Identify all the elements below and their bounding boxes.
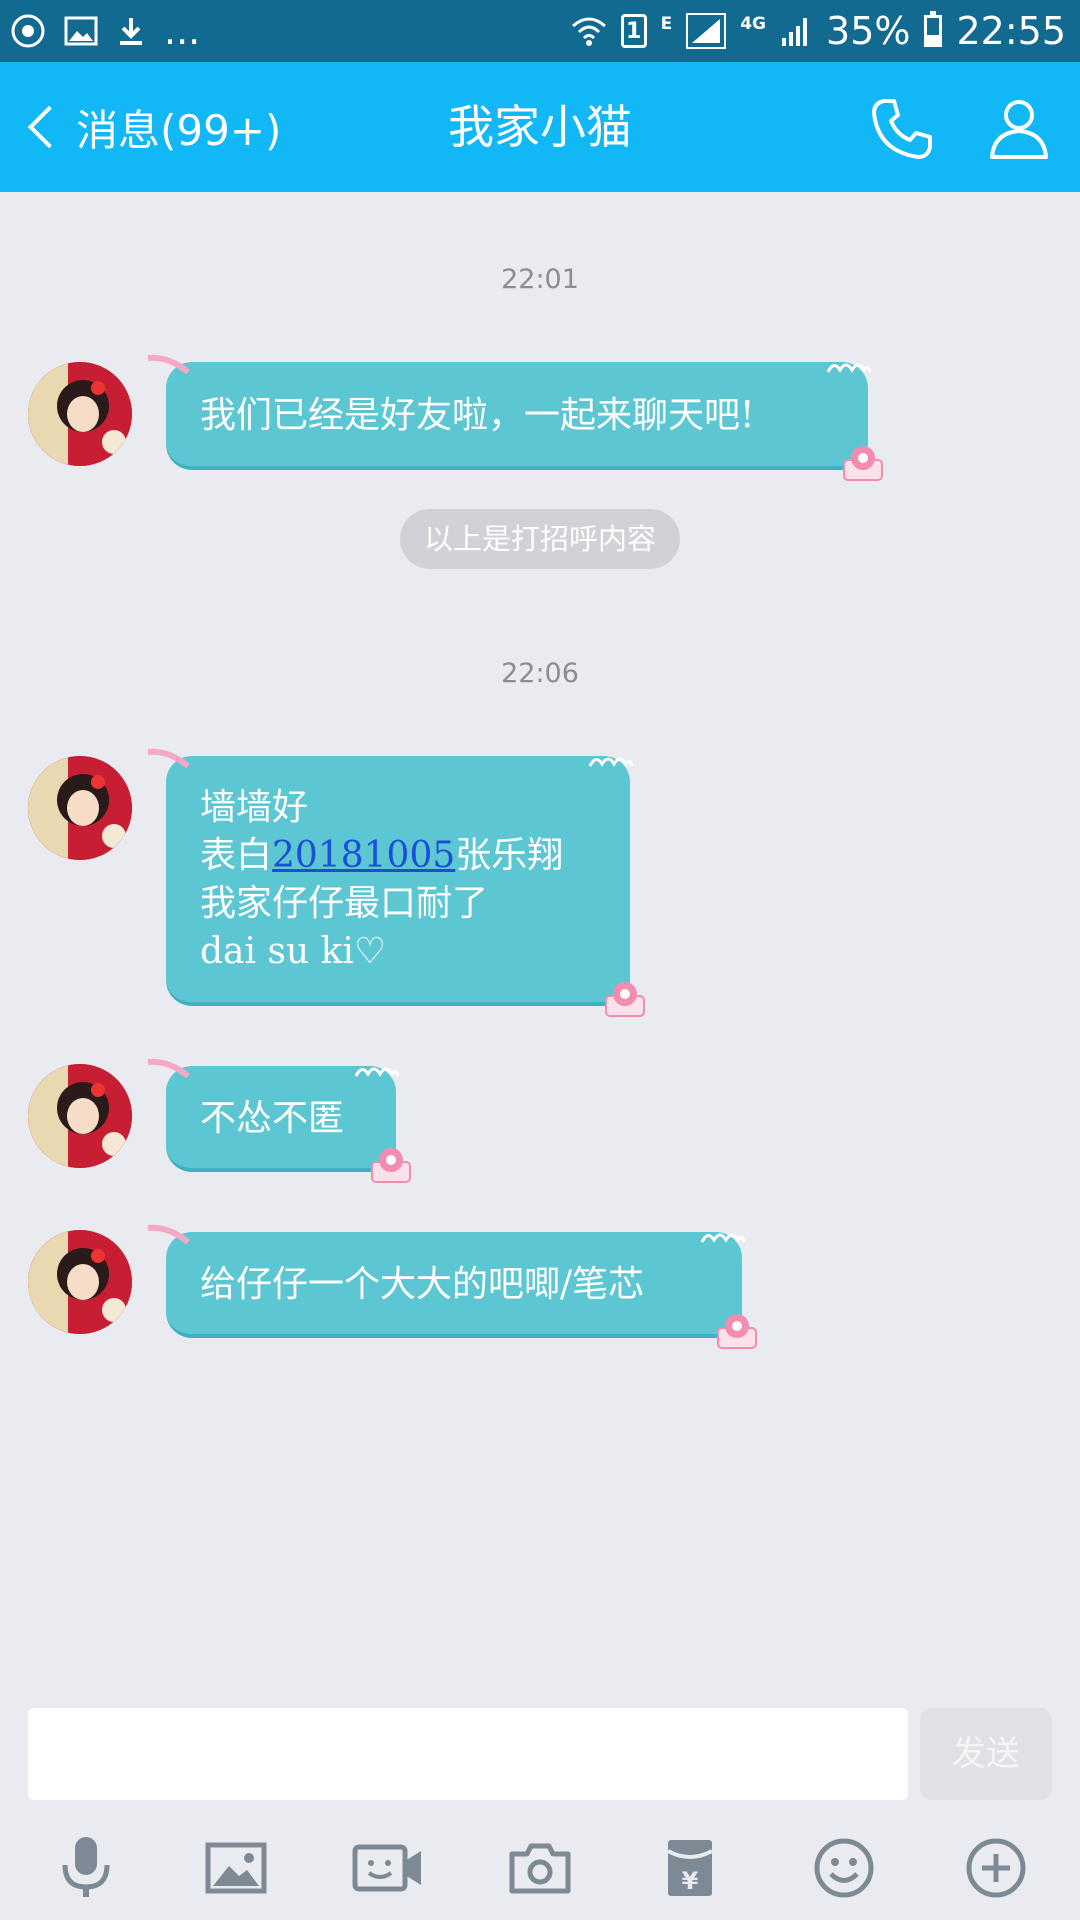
download-icon bbox=[116, 15, 146, 47]
back-label: 消息(99+) bbox=[76, 105, 282, 155]
message-line: dai su ki♡ bbox=[200, 931, 387, 972]
message-text: 表白 bbox=[200, 835, 273, 876]
person-icon[interactable] bbox=[986, 95, 1052, 161]
telephone-decoration-icon bbox=[843, 446, 883, 481]
message-bubble[interactable]: 给仔仔一个大大的吧唧/笔芯 bbox=[147, 1224, 757, 1349]
timestamp: 22:01 bbox=[501, 264, 579, 295]
app-notification-icon bbox=[10, 13, 46, 49]
status-bar: ... 1 E 4G 35% 22:55 bbox=[0, 0, 1080, 62]
message-bubble[interactable]: 不怂不匿 bbox=[147, 1058, 411, 1183]
message-input[interactable] bbox=[28, 1708, 908, 1800]
message-text: 不怂不匿 bbox=[200, 1098, 345, 1139]
message-bubble[interactable]: 墙墙好 表白20181005张乐翔 我家仔仔最口耐了 dai su ki♡ bbox=[147, 748, 645, 1017]
microphone-icon[interactable] bbox=[48, 1830, 124, 1906]
lace-decoration-icon bbox=[826, 363, 872, 373]
timestamp: 22:06 bbox=[501, 658, 579, 689]
network-generation: 4G bbox=[740, 14, 767, 34]
svg-text:¥: ¥ bbox=[682, 1867, 699, 1895]
system-notice: 以上是打招呼内容 bbox=[399, 509, 681, 569]
message-text: 张乐翔 bbox=[455, 835, 564, 876]
network-type: E bbox=[660, 14, 673, 34]
ribbon-decoration-icon bbox=[147, 354, 190, 374]
chevron-left-icon bbox=[27, 105, 71, 149]
battery-percent: 35% bbox=[826, 9, 911, 53]
message-line: 表白20181005张乐翔 bbox=[200, 832, 596, 880]
message-line: 我家仔仔最口耐了 bbox=[200, 883, 489, 924]
camera-icon[interactable] bbox=[502, 1830, 578, 1906]
signal-icon-2 bbox=[780, 14, 812, 48]
gallery-notification-icon bbox=[64, 16, 98, 46]
lace-decoration-icon bbox=[700, 1233, 746, 1243]
telephone-decoration-icon bbox=[371, 1148, 411, 1183]
red-packet-icon[interactable]: ¥ bbox=[652, 1830, 728, 1906]
battery-icon bbox=[924, 11, 943, 47]
avatar[interactable] bbox=[28, 1230, 132, 1334]
more-notifications: ... bbox=[164, 9, 201, 53]
avatar[interactable] bbox=[28, 362, 132, 466]
image-icon[interactable] bbox=[198, 1830, 274, 1906]
avatar[interactable] bbox=[28, 1064, 132, 1168]
video-call-icon[interactable] bbox=[350, 1830, 426, 1906]
ribbon-decoration-icon bbox=[147, 1224, 190, 1244]
input-toolbar: ¥ bbox=[0, 1830, 1080, 1906]
emoji-icon[interactable] bbox=[806, 1830, 882, 1906]
lace-decoration-icon bbox=[354, 1067, 400, 1077]
message-text: 给仔仔一个大大的吧唧/笔芯 bbox=[200, 1264, 645, 1305]
message-bubble[interactable]: 我们已经是好友啦，一起来聊天吧! bbox=[147, 354, 883, 481]
send-button[interactable]: 发送 bbox=[920, 1708, 1052, 1800]
telephone-decoration-icon bbox=[605, 982, 645, 1017]
message-line: 墙墙好 bbox=[200, 787, 309, 828]
chat-header: 消息(99+) 我家小猫 bbox=[0, 62, 1080, 192]
back-button[interactable]: 消息(99+) bbox=[24, 62, 281, 192]
avatar[interactable] bbox=[28, 756, 132, 860]
plus-icon[interactable] bbox=[958, 1830, 1034, 1906]
number-link[interactable]: 20181005 bbox=[272, 835, 455, 876]
signal-icon-1 bbox=[686, 13, 727, 49]
message-text: 我们已经是好友啦，一起来聊天吧! bbox=[200, 395, 755, 436]
wifi-icon bbox=[571, 14, 607, 48]
sim-icon: 1 bbox=[620, 14, 647, 48]
telephone-decoration-icon bbox=[717, 1314, 757, 1349]
clock: 22:55 bbox=[956, 9, 1066, 53]
phone-icon[interactable] bbox=[870, 95, 936, 161]
ribbon-decoration-icon bbox=[147, 748, 190, 768]
ribbon-decoration-icon bbox=[147, 1058, 190, 1078]
lace-decoration-icon bbox=[588, 757, 634, 767]
